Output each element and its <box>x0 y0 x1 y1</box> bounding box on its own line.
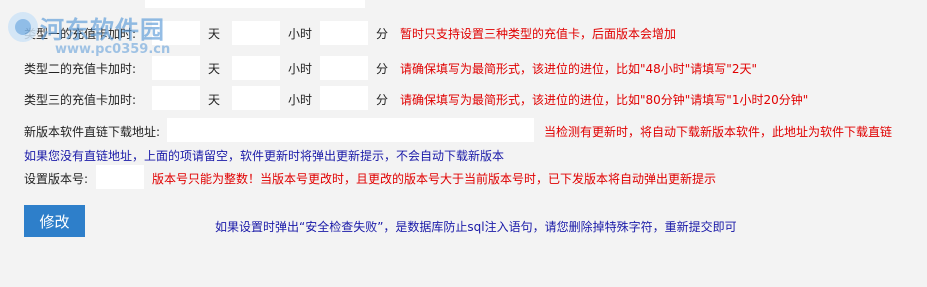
footer-note: 如果设置时弹出“安全检查失败”，是数据库防止sql注入语句，请您删除掉特殊字符，… <box>215 220 737 234</box>
type3-minute-input[interactable] <box>320 86 368 110</box>
type2-day-unit: 天 <box>208 62 221 76</box>
type3-note: 请确保填写为最简形式，该进位的进位，比如"80分钟"请填写"1小时20分钟" <box>400 93 809 107</box>
version-note: 版本号只能为整数！当版本号更改时，且更改的版本号大于当前版本号时，已下发版本将自… <box>152 172 717 186</box>
type3-hour-input[interactable] <box>232 86 280 110</box>
version-input[interactable] <box>96 165 144 189</box>
watermark-logo-icon <box>8 12 38 42</box>
type2-hour-input[interactable] <box>232 56 280 80</box>
modify-button[interactable]: 修改 <box>24 205 85 237</box>
type2-hour-unit: 小时 <box>288 62 313 76</box>
type3-minute-unit: 分 <box>376 93 389 107</box>
type2-minute-unit: 分 <box>376 62 389 76</box>
type3-day-input[interactable] <box>152 86 200 110</box>
type3-hour-unit: 小时 <box>288 93 313 107</box>
download-url-label: 新版本软件直链下载地址: <box>24 125 161 139</box>
type2-label: 类型二的充值卡加时: <box>24 62 137 76</box>
type3-day-unit: 天 <box>208 93 221 107</box>
download-url-hint: 如果您没有直链地址，上面的项请留空，软件更新时将弹出更新提示，不会自动下载新版本 <box>24 149 505 163</box>
download-url-note: 当检测有更新时，将自动下载新版本软件，此地址为软件下载直链 <box>544 125 893 139</box>
watermark-title: 河东软件园 <box>40 15 165 44</box>
top-input-edge <box>145 0 365 8</box>
version-label: 设置版本号: <box>24 172 89 186</box>
type1-day-unit: 天 <box>208 27 221 41</box>
type1-minute-unit: 分 <box>376 27 389 41</box>
type2-note: 请确保填写为最简形式，该进位的进位，比如"48小时"请填写"2天" <box>400 62 757 76</box>
type1-note: 暂时只支持设置三种类型的充值卡，后面版本会增加 <box>400 27 677 41</box>
type1-hour-input[interactable] <box>232 21 280 45</box>
type1-minute-input[interactable] <box>320 21 368 45</box>
type1-hour-unit: 小时 <box>288 27 313 41</box>
type2-day-input[interactable] <box>152 56 200 80</box>
type2-minute-input[interactable] <box>320 56 368 80</box>
watermark-url: www.pc0359.cn <box>55 42 171 57</box>
download-url-input[interactable] <box>167 118 534 142</box>
type3-label: 类型三的充值卡加时: <box>24 93 137 107</box>
